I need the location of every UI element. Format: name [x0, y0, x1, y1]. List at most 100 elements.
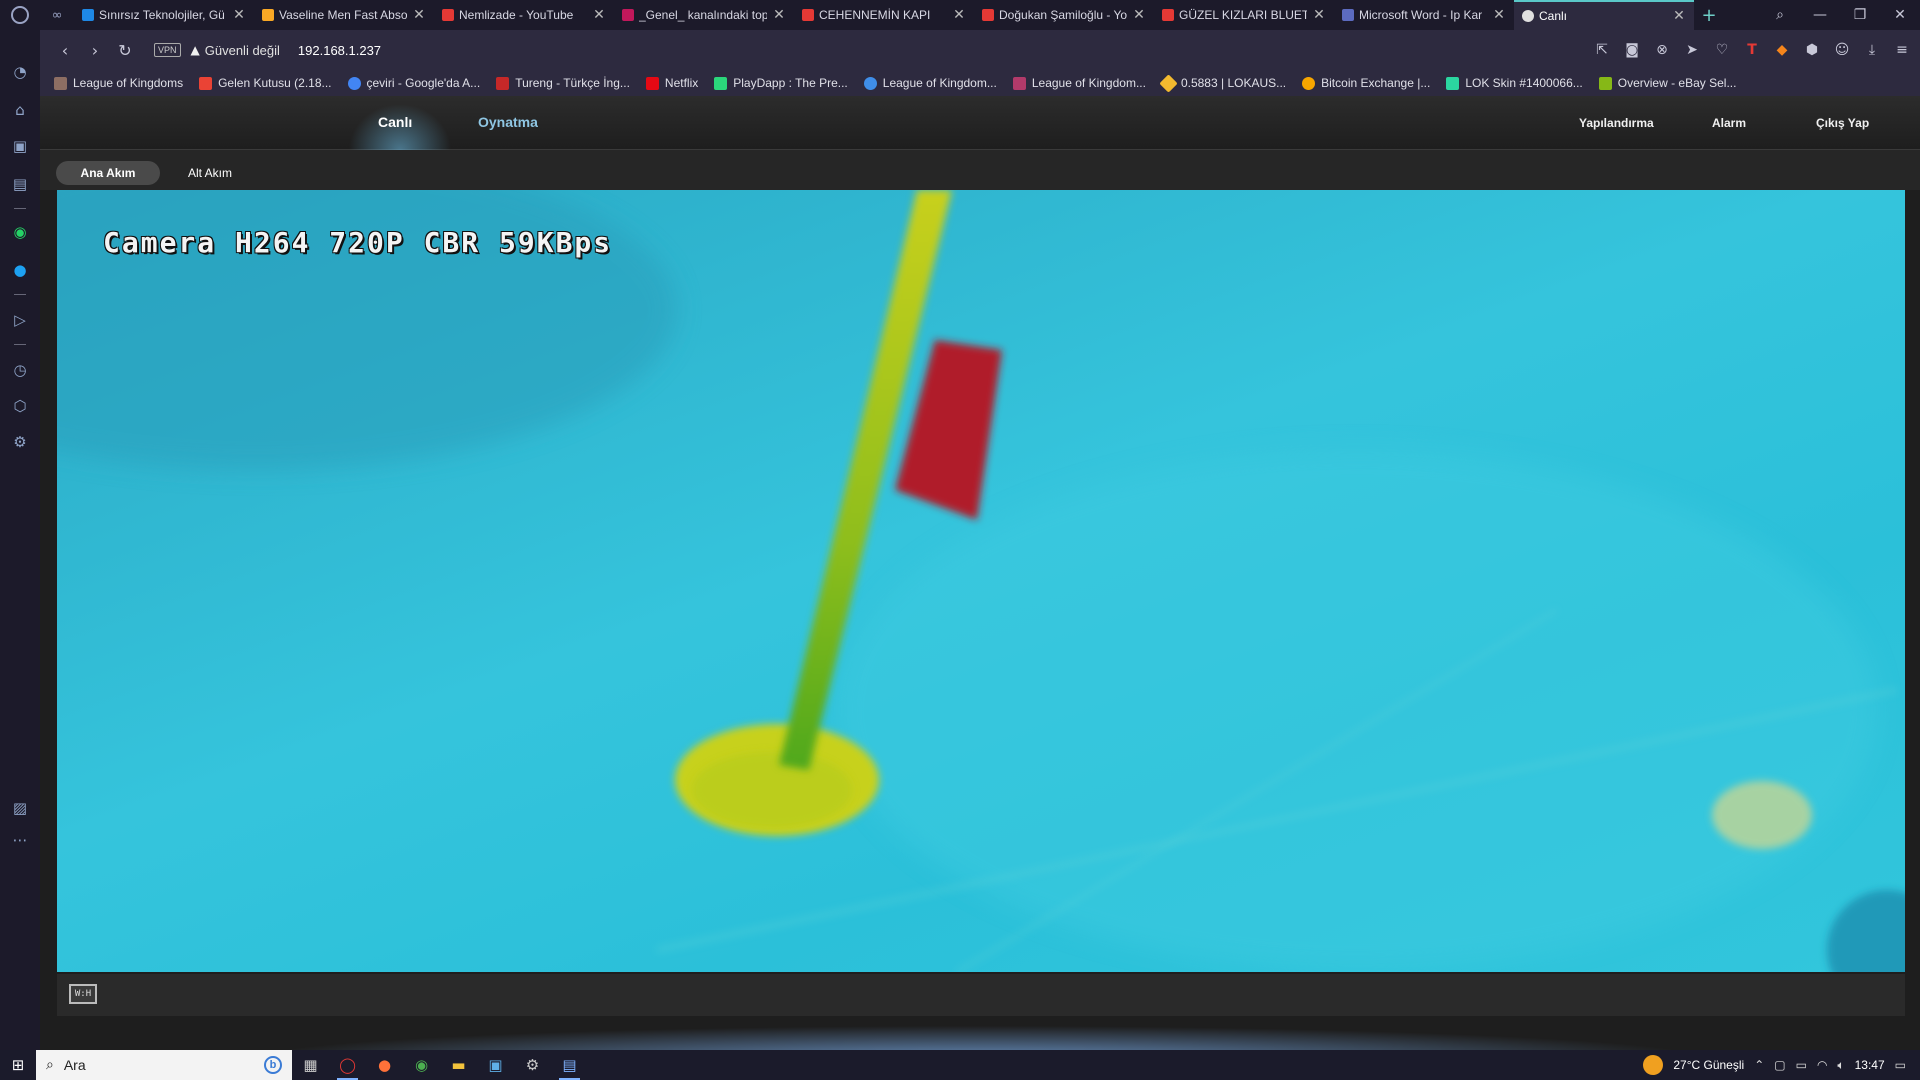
- close-icon[interactable]: ✕: [1312, 7, 1326, 23]
- bookmark-item[interactable]: Bitcoin Exchange |...: [1302, 76, 1430, 90]
- image-icon[interactable]: ▨: [10, 798, 30, 818]
- bookmark-item[interactable]: Netflix: [645, 76, 698, 90]
- close-icon[interactable]: ✕: [1492, 7, 1506, 23]
- download-icon[interactable]: ⤓: [1864, 42, 1880, 58]
- file-explorer-icon[interactable]: ▬: [440, 1050, 477, 1080]
- logout-link[interactable]: Çıkış Yap: [1816, 116, 1869, 130]
- close-icon[interactable]: ✕: [1672, 8, 1686, 24]
- heart-icon[interactable]: ♡: [1714, 42, 1730, 58]
- close-icon[interactable]: ✕: [232, 7, 246, 23]
- bookmark-item[interactable]: Overview - eBay Sel...: [1598, 76, 1736, 90]
- config-link[interactable]: Yapılandırma: [1579, 116, 1654, 130]
- document-icon: [1342, 9, 1354, 21]
- weather-text[interactable]: 27°C Güneşli: [1673, 1058, 1744, 1072]
- task-view-icon[interactable]: ▦: [292, 1050, 329, 1080]
- twitter-icon[interactable]: ●: [10, 260, 30, 280]
- bookmark-item[interactable]: League of Kingdoms: [54, 76, 183, 90]
- bookmark-item[interactable]: PlayDapp : The Pre...: [714, 76, 848, 90]
- close-icon[interactable]: ✕: [412, 7, 426, 23]
- sub-stream-button[interactable]: Alt Akım: [170, 161, 250, 185]
- menu-icon[interactable]: ≡: [1894, 42, 1910, 58]
- shopping-bag-icon[interactable]: ⌂: [10, 100, 30, 120]
- metamask-icon[interactable]: ◆: [1774, 42, 1790, 58]
- bookmark-item[interactable]: Gelen Kutusu (2.18...: [199, 76, 332, 90]
- browser-tab-active[interactable]: Canlı ✕: [1514, 0, 1694, 30]
- close-icon[interactable]: ✕: [592, 7, 606, 23]
- search-icon[interactable]: ⌕: [1760, 7, 1800, 23]
- alarm-link[interactable]: Alarm: [1712, 116, 1746, 130]
- browser-tab[interactable]: GÜZEL KIZLARI BLUETO ✕: [1154, 0, 1334, 30]
- browser-tab[interactable]: Sınırsız Teknolojiler, Gü ✕: [74, 0, 254, 30]
- youtube-icon: [982, 9, 994, 21]
- more-icon[interactable]: ⋯: [10, 830, 30, 850]
- notification-icon[interactable]: ▭: [1895, 1058, 1906, 1072]
- browser-tab[interactable]: CEHENNEMİN KAPI ✕: [794, 0, 974, 30]
- close-icon[interactable]: ✕: [952, 7, 966, 23]
- tab-title: GÜZEL KIZLARI BLUETO: [1179, 8, 1307, 22]
- weather-sun-icon[interactable]: [1643, 1055, 1664, 1075]
- security-warning[interactable]: ▲ Güvenli değil: [191, 43, 280, 58]
- account-icon[interactable]: ☺: [1834, 42, 1850, 58]
- taskbar-search[interactable]: ⌕ Ara b: [36, 1050, 292, 1080]
- reload-icon[interactable]: ↻: [110, 41, 140, 60]
- new-tab-button[interactable]: +: [1694, 5, 1724, 26]
- crypto-wallet-icon[interactable]: ⬡: [10, 396, 30, 416]
- tab-live[interactable]: Canlı: [378, 114, 412, 130]
- close-icon[interactable]: ✕: [772, 7, 786, 23]
- app-window-icon[interactable]: ▣: [477, 1050, 514, 1080]
- browser-tab[interactable]: _Genel_ kanalındaki top ✕: [614, 0, 794, 30]
- aspect-ratio-button[interactable]: W:H: [69, 984, 97, 1004]
- bookmark-item[interactable]: LOK Skin #1400066...: [1446, 76, 1583, 90]
- bing-icon[interactable]: b: [264, 1056, 282, 1074]
- settings-app-icon[interactable]: ⚙: [514, 1050, 551, 1080]
- browser-tab[interactable]: Nemlizade - YouTube ✕: [434, 0, 614, 30]
- main-stream-button[interactable]: Ana Akım: [56, 161, 160, 185]
- speed-dial-icon[interactable]: ◔: [10, 62, 30, 82]
- chevron-up-icon[interactable]: ⌃: [1754, 1058, 1764, 1072]
- tray-app-icon[interactable]: ▢: [1774, 1058, 1785, 1072]
- workspaces-icon[interactable]: ∞: [40, 0, 74, 30]
- bookmark-item[interactable]: League of Kingdom...: [1012, 76, 1146, 90]
- send-icon[interactable]: ➤: [1684, 42, 1700, 58]
- share-icon[interactable]: ⇱: [1594, 42, 1610, 58]
- clock[interactable]: 13:47: [1855, 1058, 1885, 1072]
- bookmark-item[interactable]: Tureng - Türkçe İng...: [496, 76, 630, 90]
- live-video-view[interactable]: Camera H264 720P CBR 59KBps: [57, 190, 1905, 972]
- restore-icon[interactable]: ❐: [1840, 7, 1880, 23]
- close-window-icon[interactable]: ✕: [1880, 7, 1920, 23]
- minimize-icon[interactable]: —: [1800, 7, 1840, 23]
- windows-start-icon[interactable]: ⊞: [0, 1056, 36, 1074]
- cube-icon[interactable]: ⬢: [1804, 42, 1820, 58]
- tab-playback[interactable]: Oynatma: [478, 114, 538, 130]
- browser-tab[interactable]: Doğukan Şamiloğlu - Yo ✕: [974, 0, 1154, 30]
- vpn-badge[interactable]: VPN: [154, 43, 181, 57]
- wifi-icon[interactable]: ◠: [1817, 1058, 1827, 1072]
- close-icon[interactable]: ✕: [1132, 7, 1146, 23]
- settings-icon[interactable]: ⚙: [10, 432, 30, 452]
- browser-tab[interactable]: Microsoft Word - Ip Kar ✕: [1334, 0, 1514, 30]
- player-icon[interactable]: ▷: [10, 310, 30, 330]
- whatsapp-icon[interactable]: ◉: [10, 222, 30, 242]
- forward-icon[interactable]: ›: [80, 41, 110, 60]
- back-icon[interactable]: ‹: [50, 41, 80, 60]
- browser-tab[interactable]: Vaseline Men Fast Abso ✕: [254, 0, 434, 30]
- browser-tab-strip: ∞ Sınırsız Teknolojiler, Gü ✕ Vaseline Me…: [0, 0, 1920, 30]
- opera-app-icon[interactable]: ◯: [329, 1050, 366, 1080]
- bookmark-item[interactable]: League of Kingdom...: [863, 76, 997, 90]
- history-icon[interactable]: ◷: [10, 360, 30, 380]
- remote-app-icon[interactable]: ▤: [551, 1050, 588, 1080]
- tp-extension-icon[interactable]: T: [1744, 42, 1760, 58]
- warning-icon: ▲: [190, 43, 200, 57]
- chrome-app-icon[interactable]: ◉: [403, 1050, 440, 1080]
- camera-snapshot-icon[interactable]: ◙: [1624, 42, 1640, 58]
- volume-icon[interactable]: 🔈︎: [1837, 1058, 1844, 1073]
- opera-logo-icon[interactable]: [0, 0, 40, 30]
- adblock-icon[interactable]: ⊗: [1654, 42, 1670, 58]
- url-field[interactable]: 192.168.1.237: [298, 43, 381, 58]
- battery-icon[interactable]: ▭: [1796, 1058, 1807, 1072]
- bookmark-item[interactable]: çeviri - Google'da A...: [347, 76, 480, 90]
- twitch-icon[interactable]: ▣: [10, 136, 30, 156]
- extension-icon[interactable]: ▤: [10, 174, 30, 194]
- firefox-app-icon[interactable]: ●: [366, 1050, 403, 1080]
- bookmark-item[interactable]: 0.5883 | LOKAUS...: [1159, 73, 1286, 93]
